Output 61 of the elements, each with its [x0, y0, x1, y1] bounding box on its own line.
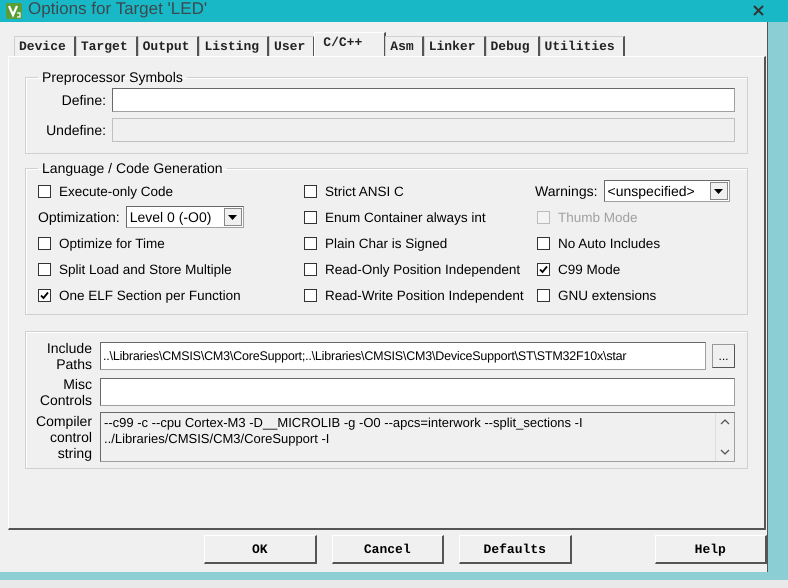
- checkbox-label: Read-Write Position Independent: [325, 288, 524, 302]
- checkbox[interactable]: [38, 184, 51, 198]
- group-title: Preprocessor Symbols: [41, 69, 184, 85]
- close-icon[interactable]: [753, 5, 764, 16]
- checkbox[interactable]: [537, 236, 550, 250]
- dialog-button[interactable]: Cancel: [332, 535, 444, 564]
- checkbox[interactable]: [304, 210, 317, 224]
- caret-icon: [714, 188, 724, 194]
- checkbox[interactable]: [304, 262, 317, 276]
- checkbox-label: Thumb Mode: [558, 210, 638, 224]
- checkbox-label: Strict ANSI C: [325, 184, 404, 198]
- tab[interactable]: Device: [14, 36, 76, 56]
- checkmark-icon: [539, 264, 548, 274]
- checkbox-label: Execute-only Code: [59, 184, 174, 198]
- tab[interactable]: Debug: [486, 36, 540, 56]
- browse-button[interactable]: ...: [712, 344, 735, 368]
- checkbox[interactable]: [304, 288, 317, 302]
- checkbox-label: Enum Container always int: [325, 210, 486, 224]
- checkbox[interactable]: [38, 262, 51, 276]
- checkbox-label: Read-Only Position Independent: [325, 262, 520, 276]
- checkbox[interactable]: [537, 288, 550, 302]
- checkbox-label: Plain Char is Signed: [325, 236, 448, 250]
- field-label: Optimization:: [38, 209, 120, 225]
- window-title: Options for Target 'LED': [28, 0, 208, 19]
- field-label: Misc Controls: [38, 376, 92, 408]
- checkmark-icon: [40, 290, 49, 300]
- tab[interactable]: Listing: [199, 36, 270, 56]
- checkbox-label: C99 Mode: [558, 262, 620, 276]
- input-field[interactable]: [100, 378, 735, 406]
- group-title: Language / Code Generation: [41, 160, 224, 176]
- field-label: Undefine:: [45, 122, 106, 138]
- checkbox[interactable]: [304, 184, 317, 198]
- checkbox-label: Split Load and Store Multiple: [59, 262, 232, 276]
- input-field[interactable]: ..\Libraries\CMSIS\CM3\CoreSupport;..\Libraries\CMSIS\CM3\DeviceSupport\ST\STM32F10x\star: [100, 342, 706, 370]
- dialog-button[interactable]: Defaults: [459, 535, 572, 564]
- input-field[interactable]: [112, 88, 735, 112]
- field-label: Warnings:: [535, 183, 598, 199]
- dropdown[interactable]: Level 0 (-O0): [126, 206, 244, 228]
- tab[interactable]: Output: [138, 36, 200, 56]
- dialog-button[interactable]: OK: [204, 535, 316, 564]
- dropdown[interactable]: <unspecified>: [604, 180, 730, 202]
- tab[interactable]: Utilities: [540, 36, 625, 56]
- checkbox[interactable]: [304, 236, 317, 250]
- tab[interactable]: Target: [76, 36, 138, 56]
- field-label: Include Paths: [46, 340, 92, 372]
- checkbox-label: One ELF Section per Function: [59, 288, 241, 302]
- dialog-button[interactable]: Help: [654, 535, 767, 564]
- checkbox-label: GNU extensions: [558, 288, 656, 302]
- tab[interactable]: Asm: [385, 36, 424, 56]
- caret-icon: [228, 214, 238, 220]
- tab[interactable]: User: [269, 36, 316, 56]
- field-label: Compiler control string: [34, 413, 92, 461]
- app-logo-icon: [6, 3, 22, 19]
- tab[interactable]: C/C++: [314, 32, 386, 56]
- checkbox[interactable]: [537, 262, 550, 276]
- tab[interactable]: Linker: [424, 36, 486, 56]
- checkbox[interactable]: [38, 236, 51, 250]
- checkbox-label: Optimize for Time: [59, 236, 165, 250]
- checkbox-label: No Auto Includes: [558, 236, 660, 250]
- checkbox[interactable]: [38, 288, 51, 302]
- field-label: Define:: [60, 92, 106, 108]
